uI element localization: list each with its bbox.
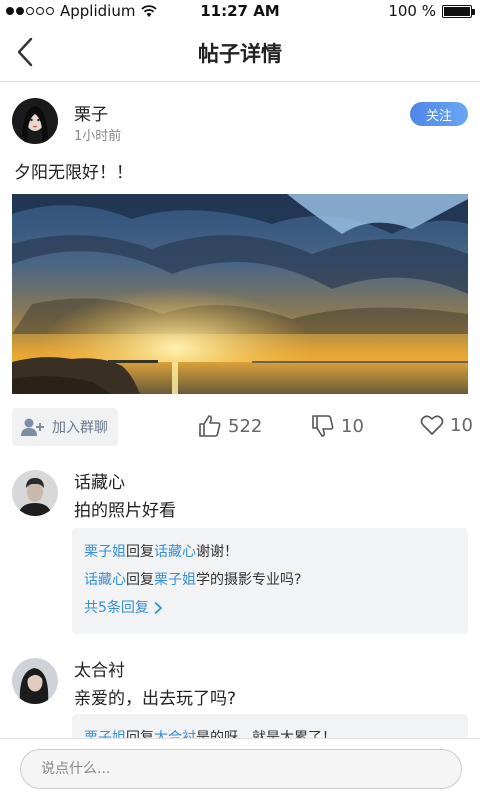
dislike-count: 10 (341, 415, 364, 437)
reply-list: 栗子姐回复话藏心谢谢！ 话藏心回复栗子姐学的摄影专业吗? 共5条回复 (72, 528, 468, 634)
author-avatar[interactable] (12, 98, 58, 144)
post-text: 夕阳无限好！！ (14, 163, 133, 183)
reply-verb: 回复 (126, 544, 154, 560)
page-title: 帖子详情 (198, 42, 282, 66)
commenter-avatar[interactable] (12, 470, 58, 516)
nav-bar: 帖子详情 (0, 22, 480, 82)
reply-text: 谢谢！ (196, 544, 238, 560)
reply-text: 学的摄影专业吗? (196, 572, 302, 588)
add-user-icon (21, 418, 44, 436)
status-bar: Applidium 11:27 AM 100 % (0, 0, 480, 22)
reply-item[interactable]: 栗子姐回复话藏心谢谢！ (84, 538, 456, 566)
favorite-button[interactable]: 10 (420, 414, 473, 436)
heart-icon (420, 415, 444, 435)
like-button[interactable]: 522 (198, 414, 262, 438)
comment-input[interactable] (20, 749, 462, 789)
reply-from[interactable]: 栗子姐 (84, 544, 126, 560)
follow-button[interactable]: 关注 (410, 102, 468, 126)
commenter-name[interactable]: 太合衬 (74, 656, 125, 681)
post-actions: 加入群聊 522 10 10 (0, 408, 480, 446)
like-count: 522 (228, 415, 263, 437)
author-name[interactable]: 栗子 (74, 100, 108, 125)
thumbs-up-icon (199, 415, 221, 437)
join-group-label: 加入群聊 (52, 420, 108, 436)
comment-text: 亲爱的，出去玩了吗? (74, 689, 237, 709)
favorite-count: 10 (450, 414, 473, 436)
comment-text: 拍的照片好看 (74, 501, 176, 521)
post-time: 1小时前 (74, 129, 122, 144)
chevron-right-icon (154, 601, 163, 615)
dislike-button[interactable]: 10 (311, 414, 364, 438)
more-replies-link[interactable]: 共5条回复 (84, 594, 456, 622)
comment-input-bar (0, 738, 480, 800)
reply-verb: 回复 (126, 572, 154, 588)
reply-from[interactable]: 话藏心 (84, 572, 126, 588)
battery-percent: 100 % (388, 2, 436, 20)
join-group-button[interactable]: 加入群聊 (12, 408, 118, 446)
commenter-avatar[interactable] (12, 658, 58, 704)
commenter-name[interactable]: 话藏心 (74, 468, 125, 493)
reply-to[interactable]: 话藏心 (154, 544, 196, 560)
reply-item[interactable]: 话藏心回复栗子姐学的摄影专业吗? (84, 566, 456, 594)
thumbs-down-icon (312, 415, 334, 437)
reply-to[interactable]: 栗子姐 (154, 572, 196, 588)
post-image[interactable] (12, 194, 468, 394)
battery-icon (442, 4, 475, 18)
more-replies-label: 共5条回复 (84, 600, 149, 616)
